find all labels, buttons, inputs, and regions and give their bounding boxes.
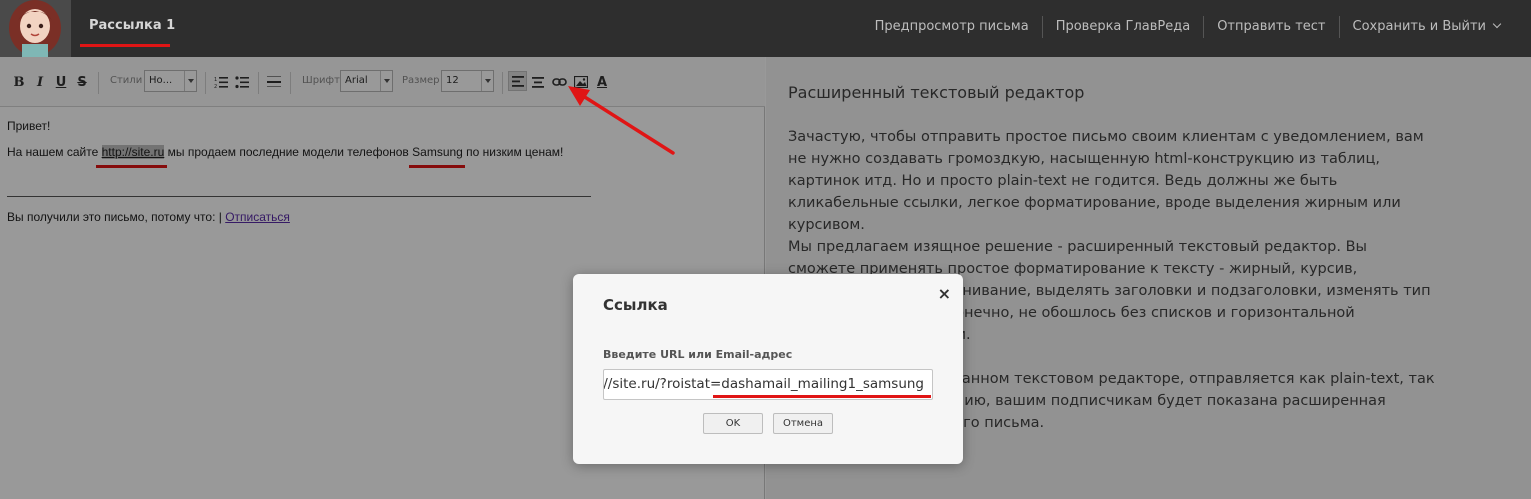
link-dialog: Ссылка × Введите URL или Email-адрес htt… bbox=[573, 274, 963, 464]
preview-email-link[interactable]: Предпросмотр письма bbox=[862, 16, 1042, 38]
annotation-underline bbox=[80, 44, 170, 47]
annotation-arrow-icon bbox=[568, 86, 675, 155]
dialog-title: Ссылка bbox=[603, 296, 668, 314]
annotation-underline bbox=[713, 395, 931, 398]
close-icon[interactable]: × bbox=[938, 284, 951, 303]
save-and-exit-label: Сохранить и Выйти bbox=[1352, 19, 1487, 34]
campaign-title[interactable]: Рассылка 1 bbox=[89, 18, 175, 33]
url-label: Введите URL или Email-адрес bbox=[603, 348, 793, 361]
top-nav: Предпросмотр письма Проверка ГлавРеда От… bbox=[862, 16, 1513, 38]
glavred-check-link[interactable]: Проверка ГлавРеда bbox=[1041, 16, 1204, 38]
ok-button[interactable]: OK bbox=[703, 413, 763, 434]
url-input-value: http://site.ru/?roistat=dashamail_mailin… bbox=[603, 376, 924, 392]
top-bar: Рассылка 1 Предпросмотр письма Проверка … bbox=[0, 0, 1531, 57]
chevron-down-icon bbox=[1492, 19, 1502, 29]
cancel-button[interactable]: Отмена bbox=[773, 413, 833, 434]
send-test-link[interactable]: Отправить тест bbox=[1203, 16, 1338, 38]
save-and-exit-menu[interactable]: Сохранить и Выйти bbox=[1338, 16, 1514, 38]
avatar[interactable] bbox=[0, 0, 71, 57]
